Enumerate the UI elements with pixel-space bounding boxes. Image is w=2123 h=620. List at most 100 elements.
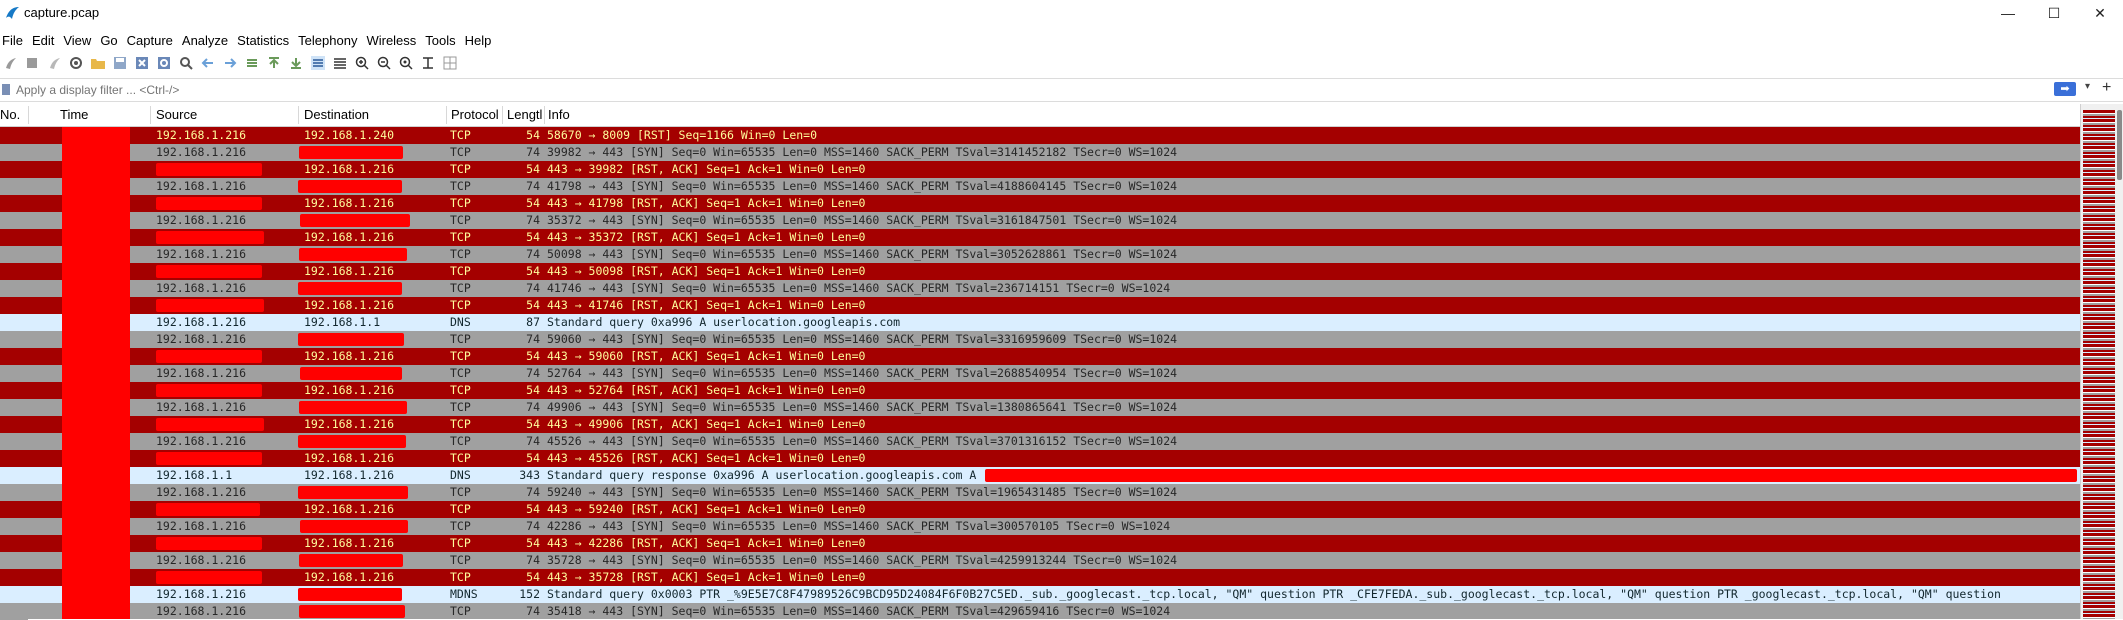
menu-edit[interactable]: Edit (32, 33, 63, 48)
packet-row[interactable]: 192.168.1.216 TCP 54 443 → 59240 [RST, ACK]… (0, 501, 2080, 518)
column-divider[interactable] (502, 106, 503, 124)
packet-row[interactable]: 192.168.1.216 TCP 54 443 → 41798 [RST, ACK]… (0, 195, 2080, 212)
close-file-icon[interactable] (134, 55, 150, 71)
column-divider[interactable] (446, 106, 447, 124)
menu-view[interactable]: View (63, 33, 100, 48)
packet-row[interactable]: 192.168.1.216 TCP 74 50098 → 443 [SYN] Seq=… (0, 246, 2080, 263)
packet-info: 35728 → 443 [SYN] Seq=0 Win=65535 Len=0 … (547, 553, 1178, 567)
capture-options-icon[interactable] (68, 55, 84, 71)
zoom-normal-icon[interactable] (398, 55, 414, 71)
packet-list[interactable]: 192.168.1.216 192.168.1.240 TCP 54 58670 → 8… (0, 127, 2080, 619)
column-header-destination[interactable]: Destination (304, 107, 369, 122)
packet-row[interactable]: 192.168.1.216 TCP 74 59060 → 443 [SYN] Seq=… (0, 331, 2080, 348)
packet-row[interactable]: 192.168.1.216 TCP 54 443 → 59060 [RST, ACK]… (0, 348, 2080, 365)
go-back-icon[interactable] (200, 55, 216, 71)
go-to-packet-icon[interactable] (244, 55, 260, 71)
packet-row[interactable]: 192.168.1.216 TCP 74 49906 → 443 [SYN] Seq=… (0, 399, 2080, 416)
display-filter-input[interactable] (14, 81, 2058, 99)
start-capture-icon[interactable] (2, 55, 18, 71)
packet-minimap[interactable] (2083, 110, 2115, 619)
menu-analyze[interactable]: Analyze (182, 33, 237, 48)
packet-row[interactable]: 192.168.1.216 MDNS 152 Standard query 0x000… (0, 586, 2080, 603)
zoom-out-icon[interactable] (376, 55, 392, 71)
packet-row[interactable]: 192.168.1.216 TCP 74 42286 → 443 [SYN] Seq=… (0, 518, 2080, 535)
column-divider[interactable] (28, 106, 29, 124)
find-packet-icon[interactable] (178, 55, 194, 71)
resize-columns-icon[interactable] (420, 55, 436, 71)
save-file-icon[interactable] (112, 55, 128, 71)
packet-row[interactable]: 192.168.1.216 TCP 54 443 → 42286 [RST, ACK]… (0, 535, 2080, 552)
packet-row[interactable]: 192.168.1.216 TCP 74 41798 → 443 [SYN] Seq=… (0, 178, 2080, 195)
packet-source: 192.168.1.216 (156, 434, 247, 448)
packet-row[interactable]: 192.168.1.216 TCP 74 52764 → 443 [SYN] Seq=… (0, 365, 2080, 382)
zoom-in-icon[interactable] (354, 55, 370, 71)
apply-filter-button[interactable]: ➡ (2054, 82, 2076, 96)
packet-row[interactable]: 192.168.1.216 TCP 74 45526 → 443 [SYN] Seq=… (0, 433, 2080, 450)
autoscroll-icon[interactable] (310, 55, 326, 71)
column-divider[interactable] (150, 106, 151, 124)
menu-tools[interactable]: Tools (425, 33, 464, 48)
column-divider[interactable] (544, 106, 545, 124)
filter-bookmark-icon[interactable] (2, 84, 10, 95)
packet-info: 41798 → 443 [SYN] Seq=0 Win=65535 Len=0 … (547, 179, 1178, 193)
menu-capture[interactable]: Capture (127, 33, 182, 48)
column-header-protocol[interactable]: Protocol (451, 107, 499, 122)
packet-row[interactable]: 192.168.1.216 TCP 54 443 → 35372 [RST, ACK]… (0, 229, 2080, 246)
packet-source: 192.168.1.216 (156, 587, 247, 601)
packet-row[interactable]: 192.168.1.216 TCP 54 443 → 39982 [RST, ACK]… (0, 161, 2080, 178)
packet-info: 443 → 35372 [RST, ACK] Seq=1 Ack=1 Win=0… (547, 230, 866, 244)
last-packet-icon[interactable] (288, 55, 304, 71)
column-header-time[interactable]: Time (60, 107, 88, 122)
packet-row[interactable]: 192.168.1.216 TCP 54 443 → 49906 [RST, ACK]… (0, 416, 2080, 433)
packet-row[interactable]: 192.168.1.216 TCP 74 35728 → 443 [SYN] Seq=… (0, 552, 2080, 569)
packet-list-scrollbar[interactable] (2080, 104, 2123, 619)
source-redaction (156, 163, 262, 176)
packet-row[interactable]: 192.168.1.216 TCP 74 39982 → 443 [SYN] Seq=… (0, 144, 2080, 161)
column-divider[interactable] (298, 106, 299, 124)
column-header-no[interactable]: No. (0, 107, 20, 122)
packet-row[interactable]: 192.168.1.216 TCP 54 443 → 50098 [RST, ACK]… (0, 263, 2080, 280)
packet-row[interactable]: 192.168.1.216 TCP 74 35372 → 443 [SYN] Seq=… (0, 212, 2080, 229)
reload-file-icon[interactable] (156, 55, 172, 71)
menu-telephony[interactable]: Telephony (298, 33, 366, 48)
packet-row[interactable]: 192.168.1.216 TCP 54 443 → 45526 [RST, ACK]… (0, 450, 2080, 467)
packet-row[interactable]: 192.168.1.216 192.168.1.240 TCP 54 58670 → 8… (0, 127, 2080, 144)
colorize-icon[interactable] (332, 55, 348, 71)
go-forward-icon[interactable] (222, 55, 238, 71)
menu-help[interactable]: Help (465, 33, 501, 48)
menu-file[interactable]: File (0, 33, 32, 48)
packet-row[interactable]: 192.168.1.216 TCP 74 59240 → 443 [SYN] Seq=… (0, 484, 2080, 501)
stop-capture-icon[interactable] (24, 55, 40, 71)
maximize-button[interactable]: ☐ (2031, 0, 2077, 26)
source-redaction (156, 503, 260, 516)
column-header-info[interactable]: Info (548, 107, 570, 122)
scrollbar-thumb[interactable] (2117, 110, 2122, 180)
packet-row[interactable]: 192.168.1.1 192.168.1.216 DNS 343 Standard q… (0, 467, 2080, 484)
packet-row[interactable]: 192.168.1.216 TCP 54 443 → 52764 [RST, ACK]… (0, 382, 2080, 399)
restart-capture-icon[interactable] (46, 55, 62, 71)
close-button[interactable]: ✕ (2077, 0, 2123, 26)
minimize-button[interactable]: — (1985, 0, 2031, 26)
packet-number-cell (0, 348, 28, 365)
open-file-icon[interactable] (90, 55, 106, 71)
packet-number-cell (0, 178, 28, 195)
menu-go[interactable]: Go (100, 33, 126, 48)
packet-row[interactable]: 192.168.1.216 TCP 54 443 → 41746 [RST, ACK]… (0, 297, 2080, 314)
menu-statistics[interactable]: Statistics (237, 33, 298, 48)
packet-row[interactable]: 192.168.1.216 TCP 74 35418 → 443 [SYN] Seq=… (0, 603, 2080, 619)
filter-dropdown-icon[interactable]: ▾ (2085, 81, 2090, 92)
packet-row[interactable]: 192.168.1.216 192.168.1.1 DNS 87 Standard qu… (0, 314, 2080, 331)
layout-icon[interactable] (442, 55, 458, 71)
packet-protocol: TCP (450, 570, 471, 584)
add-filter-button[interactable]: + (2102, 79, 2111, 97)
packet-row[interactable]: 192.168.1.216 TCP 74 41746 → 443 [SYN] Seq=… (0, 280, 2080, 297)
packet-source: 192.168.1.216 (156, 128, 247, 142)
packet-protocol: TCP (450, 451, 471, 465)
first-packet-icon[interactable] (266, 55, 282, 71)
menu-wireless[interactable]: Wireless (366, 33, 425, 48)
column-header-source[interactable]: Source (156, 107, 197, 122)
column-header-length[interactable]: Lengtl (507, 107, 542, 122)
packet-row[interactable]: 192.168.1.216 TCP 54 443 → 35728 [RST, ACK]… (0, 569, 2080, 586)
answer-redaction (985, 469, 2077, 482)
packet-info: 39982 → 443 [SYN] Seq=0 Win=65535 Len=0 … (547, 145, 1178, 159)
